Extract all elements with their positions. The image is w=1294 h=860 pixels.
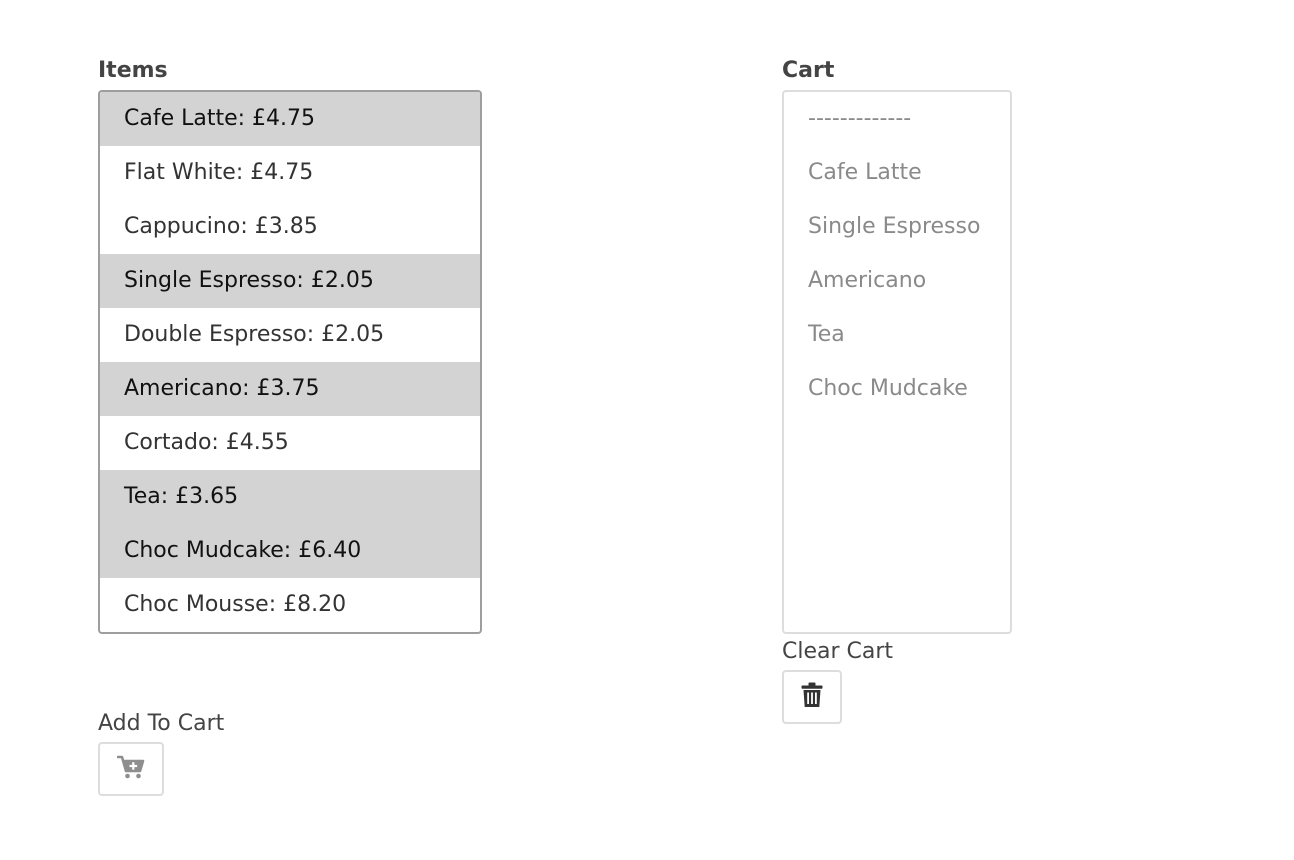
cart-listbox[interactable]: ------------- Cafe Latte Single Espresso… bbox=[782, 90, 1012, 634]
clear-cart-button[interactable] bbox=[782, 670, 842, 724]
trash-icon bbox=[801, 682, 823, 712]
cart-option[interactable]: ------------- bbox=[784, 92, 1010, 146]
add-to-cart-label: Add To Cart bbox=[98, 711, 225, 736]
items-option[interactable]: Americano: £3.75 bbox=[100, 362, 480, 416]
items-option[interactable]: Choc Mudcake: £6.40 bbox=[100, 524, 480, 578]
items-option[interactable]: Single Espresso: £2.05 bbox=[100, 254, 480, 308]
items-option[interactable]: Double Espresso: £2.05 bbox=[100, 308, 480, 362]
page: Items Cafe Latte: £4.75 Flat White: £4.7… bbox=[0, 0, 1294, 860]
cart-option[interactable]: Tea bbox=[784, 308, 1010, 362]
cart-option[interactable]: Single Espresso bbox=[784, 200, 1010, 254]
items-option[interactable]: Flat White: £4.75 bbox=[100, 146, 480, 200]
cart-label: Cart bbox=[782, 58, 835, 83]
items-option[interactable]: Choc Mousse: £8.20 bbox=[100, 578, 480, 632]
items-option[interactable]: Cafe Latte: £4.75 bbox=[100, 92, 480, 146]
items-label: Items bbox=[98, 58, 168, 83]
cart-option[interactable]: Choc Mudcake bbox=[784, 362, 1010, 416]
items-option[interactable]: Tea: £3.65 bbox=[100, 470, 480, 524]
items-listbox[interactable]: Cafe Latte: £4.75 Flat White: £4.75 Capp… bbox=[98, 90, 482, 634]
cart-plus-icon bbox=[116, 754, 145, 784]
cart-option[interactable]: Cafe Latte bbox=[784, 146, 1010, 200]
items-option[interactable]: Cortado: £4.55 bbox=[100, 416, 480, 470]
cart-option[interactable]: Americano bbox=[784, 254, 1010, 308]
items-option[interactable]: Cappucino: £3.85 bbox=[100, 200, 480, 254]
clear-cart-label: Clear Cart bbox=[782, 639, 894, 664]
add-to-cart-button[interactable] bbox=[98, 742, 164, 796]
